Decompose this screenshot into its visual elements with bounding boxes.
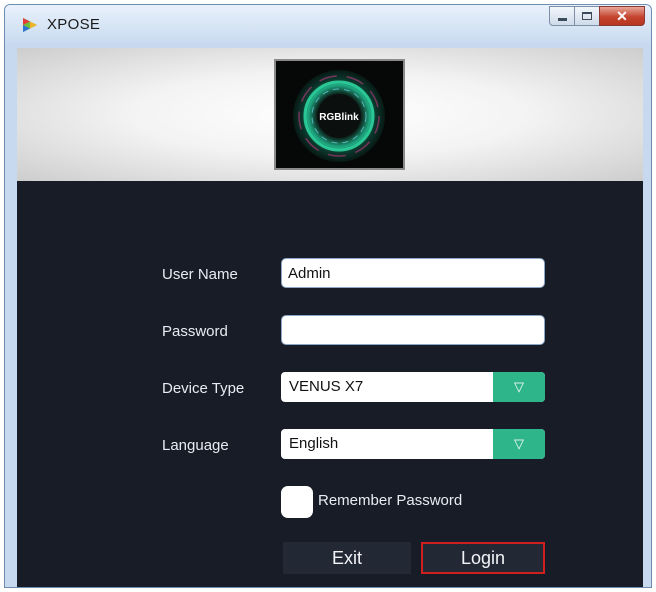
chevron-down-icon[interactable]: ▽	[493, 372, 545, 402]
minimize-icon	[557, 17, 567, 21]
device-type-value: VENUS X7	[289, 378, 364, 395]
window-title: XPOSE	[47, 16, 101, 33]
logo-text: RGBlink	[319, 112, 359, 123]
window-controls: ✕	[549, 6, 645, 26]
password-field[interactable]	[281, 315, 545, 345]
language-label: Language	[162, 437, 229, 454]
maximize-icon	[582, 12, 592, 20]
chevron-down-icon[interactable]: ▽	[493, 429, 545, 459]
language-value: English	[289, 435, 339, 452]
header-banner: RGBlink	[17, 48, 643, 181]
password-input[interactable]	[282, 316, 544, 344]
username-input[interactable]	[282, 259, 544, 287]
remember-password-checkbox[interactable]	[281, 486, 313, 518]
close-icon: ✕	[616, 8, 628, 24]
app-icon	[23, 18, 37, 32]
title-bar[interactable]: XPOSE ✕	[5, 5, 651, 43]
remember-password-label[interactable]: Remember Password	[318, 492, 462, 509]
language-select[interactable]: English ▽	[281, 429, 545, 459]
maximize-button[interactable]	[574, 6, 600, 26]
username-field[interactable]	[281, 258, 545, 288]
login-form: User Name Password Device Type VENUS X7 …	[17, 181, 643, 587]
exit-button[interactable]: Exit	[283, 542, 411, 574]
login-button[interactable]: Login	[421, 542, 545, 574]
minimize-button[interactable]	[549, 6, 575, 26]
username-label: User Name	[162, 266, 238, 283]
login-window: XPOSE ✕ RGBlink User Name Admin Password…	[4, 4, 652, 588]
device-type-label: Device Type	[162, 380, 245, 397]
device-type-select[interactable]: VENUS X7 ▽	[281, 372, 545, 402]
close-button[interactable]: ✕	[599, 6, 645, 26]
password-label: Password	[162, 323, 228, 340]
rgblink-logo: RGBlink	[274, 59, 405, 170]
